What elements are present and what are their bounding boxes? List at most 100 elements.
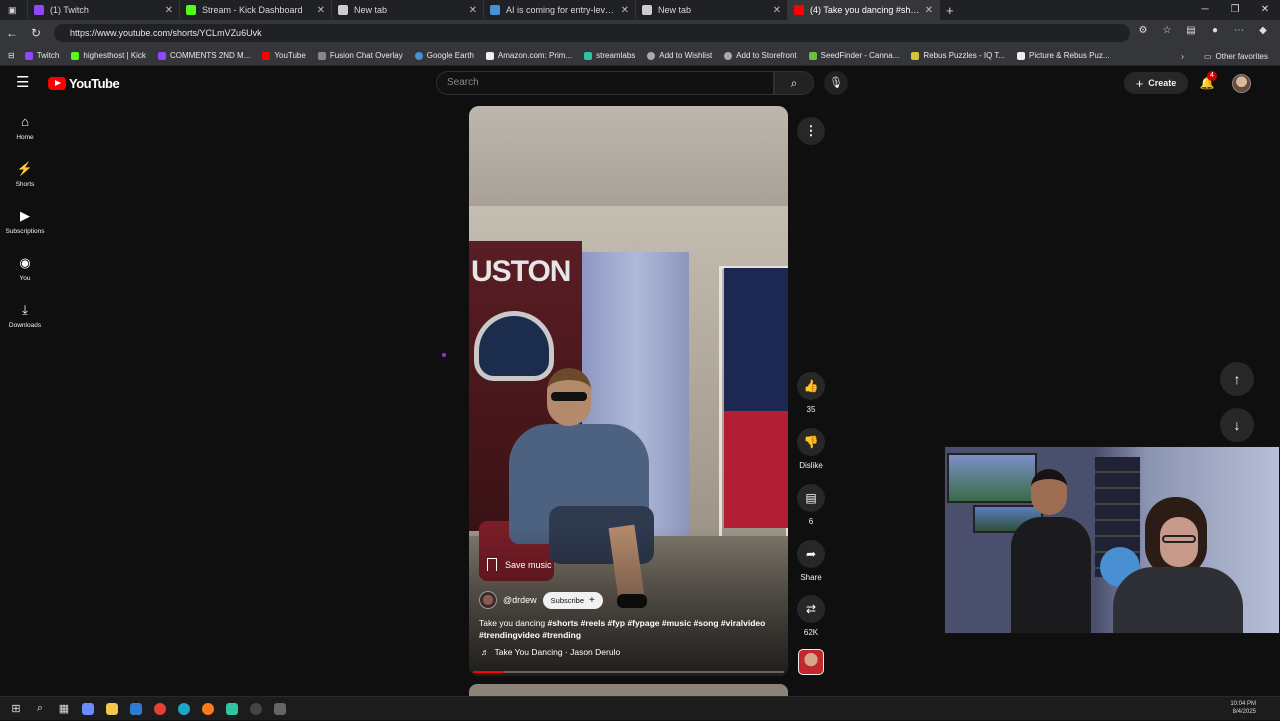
more-icon[interactable]: ⋯ (1232, 24, 1246, 38)
caption-hashtags[interactable]: #trendingvideo #trending (479, 630, 581, 640)
remix-icon[interactable]: ⇄ (797, 595, 825, 623)
bookmark-item[interactable]: SeedFinder - Canna... (808, 51, 899, 60)
save-music-button[interactable]: Save music (487, 558, 552, 571)
amazon-icon (485, 51, 494, 60)
maximize-icon[interactable]: ❐ (1220, 0, 1250, 20)
sidebar-item-home[interactable]: ⌂ Home (0, 106, 50, 153)
search-input[interactable]: Search (436, 71, 774, 95)
collections-icon[interactable]: ▤ (1184, 24, 1198, 38)
outlook-icon[interactable] (124, 697, 148, 721)
profile-icon[interactable]: ● (1208, 24, 1222, 38)
dislike-action[interactable]: 👎 Dislike (797, 428, 825, 470)
like-action[interactable]: 👍 35 (797, 372, 825, 414)
bookmark-item[interactable]: Add to Wishlist (647, 51, 712, 60)
edge-icon[interactable] (172, 697, 196, 721)
tab-title: Stream - Kick Dashboard (202, 5, 303, 15)
extensions-icon[interactable]: ⚙ (1136, 24, 1150, 38)
bookmark-item[interactable]: COMMENTS 2ND M... (157, 51, 250, 60)
search-icon: ⌕ (790, 76, 798, 90)
other-favorites[interactable]: › ▭ Other favorites (1181, 46, 1268, 66)
browser-tab-active[interactable]: (4) Take you dancing #shorts ✕ (788, 0, 940, 20)
browser-tab[interactable]: New tab ✕ (636, 0, 788, 20)
task-view-icon[interactable]: ▦ (52, 697, 76, 721)
sound-thumbnail[interactable] (798, 649, 824, 675)
system-clock[interactable]: 10:04 PM 8/4/2025 (1230, 700, 1256, 716)
short-caption[interactable]: Take you dancing #shorts #reels #fyp #fy… (479, 617, 779, 641)
close-icon[interactable]: ✕ (165, 5, 173, 16)
bookmark-item[interactable]: highesthost | Kick (71, 51, 146, 60)
caption-hashtags[interactable]: #shorts #reels #fyp #fypage #music #song… (548, 618, 766, 628)
search-button[interactable]: ⌕ (774, 71, 814, 95)
share-icon[interactable]: ➦ (797, 540, 825, 568)
remix-action[interactable]: ⇄ 62K (797, 595, 825, 637)
hamburger-menu-icon[interactable]: ☰ (16, 74, 34, 92)
back-icon[interactable]: ← (0, 26, 24, 40)
bookmark-item[interactable]: Twitch (24, 51, 59, 60)
close-icon[interactable]: ✕ (773, 5, 781, 16)
thumbs-up-icon[interactable]: 👍 (797, 372, 825, 400)
bookmark-item[interactable]: Picture & Rebus Puz... (1017, 51, 1110, 60)
chevron-right-icon[interactable]: › (1181, 52, 1184, 61)
more-options-button[interactable]: ⋮ (797, 117, 825, 145)
close-window-icon[interactable]: ✕ (1250, 0, 1280, 20)
bookmark-item[interactable]: YouTube (262, 51, 306, 60)
obs-icon[interactable] (244, 697, 268, 721)
next-short-preview[interactable] (469, 684, 788, 696)
create-button[interactable]: + Create (1124, 72, 1188, 94)
file-explorer-icon[interactable] (100, 697, 124, 721)
close-icon[interactable]: ✕ (621, 5, 629, 16)
copilot-icon[interactable] (76, 697, 100, 721)
video-progress-bar[interactable] (473, 671, 784, 673)
bookmark-label: Amazon.com: Prim... (497, 51, 573, 60)
youtube-header: ☰ YouTube Search ⌕ 🎙 + Create 🔔 4 (0, 66, 1280, 100)
next-short-button[interactable]: ↓ (1220, 408, 1254, 442)
voice-search-button[interactable]: 🎙 (824, 71, 848, 95)
youtube-logo[interactable]: YouTube (48, 76, 120, 91)
sidebar-toggle-icon[interactable]: ⊟ (8, 51, 15, 60)
subscriptions-icon: ▶ (20, 208, 30, 223)
favorites-icon[interactable]: ☆ (1160, 24, 1174, 38)
firefox-icon[interactable] (196, 697, 220, 721)
browser-tab[interactable]: AI is coming for entry-level jobs ✕ (484, 0, 636, 20)
comments-action[interactable]: ▤ 6 (797, 484, 825, 526)
subscribe-button[interactable]: Subscribe + (542, 591, 603, 609)
sidebar-item-shorts[interactable]: ⚡ Shorts (0, 153, 50, 200)
search-icon[interactable]: ⌕ (28, 697, 52, 721)
flag-lettering: USTON (471, 255, 571, 288)
close-icon[interactable]: ✕ (925, 5, 933, 16)
chrome-icon[interactable] (148, 697, 172, 721)
sidebar-item-downloads[interactable]: ⤓ Downloads (0, 294, 50, 341)
browser-tab[interactable]: Stream - Kick Dashboard ✕ (180, 0, 332, 20)
streamlabs-icon[interactable] (220, 697, 244, 721)
bookmark-item[interactable]: Google Earth (414, 51, 474, 60)
close-icon[interactable]: ✕ (317, 5, 325, 16)
bookmark-item[interactable]: Fusion Chat Overlay (317, 51, 403, 60)
bookmark-item[interactable]: streamlabs (584, 51, 635, 60)
previous-short-button[interactable]: ↑ (1220, 362, 1254, 396)
share-action[interactable]: ➦ Share (797, 540, 825, 582)
bookmark-item[interactable]: Amazon.com: Prim... (485, 51, 573, 60)
channel-name[interactable]: @drdew (503, 595, 537, 605)
windows-start-icon[interactable]: ⊞ (4, 697, 28, 721)
music-link[interactable]: ♬ Take You Dancing · Jason Derulo (481, 647, 620, 657)
sidebar-item-label: Downloads (8, 322, 42, 329)
browser-tab[interactable]: (1) Twitch ✕ (28, 0, 180, 20)
tab-actions-icon[interactable]: ▣ (0, 0, 28, 20)
bookmark-item[interactable]: Rebus Puzzles - IQ T... (911, 51, 1005, 60)
browser-tab[interactable]: New tab ✕ (332, 0, 484, 20)
channel-avatar[interactable] (479, 591, 497, 609)
minimize-icon[interactable]: ─ (1190, 0, 1220, 20)
close-icon[interactable]: ✕ (469, 5, 477, 16)
bookmark-item[interactable]: Add to Storefront (724, 51, 797, 60)
url-field[interactable]: https://www.youtube.com/shorts/YCLmVZu6U… (54, 24, 1130, 42)
app-icon[interactable] (268, 697, 292, 721)
sidebar-item-subscriptions[interactable]: ▶ Subscriptions (0, 200, 50, 247)
account-avatar[interactable] (1232, 74, 1251, 93)
comment-icon[interactable]: ▤ (797, 484, 825, 512)
notifications-button[interactable]: 🔔 4 (1198, 71, 1217, 92)
thumbs-down-icon[interactable]: 👎 (797, 428, 825, 456)
copilot-icon[interactable]: ◆ (1256, 24, 1270, 38)
reload-icon[interactable]: ↻ (24, 26, 48, 40)
new-tab-button[interactable]: + (940, 0, 968, 20)
sidebar-item-you[interactable]: ◉ You (0, 247, 50, 294)
